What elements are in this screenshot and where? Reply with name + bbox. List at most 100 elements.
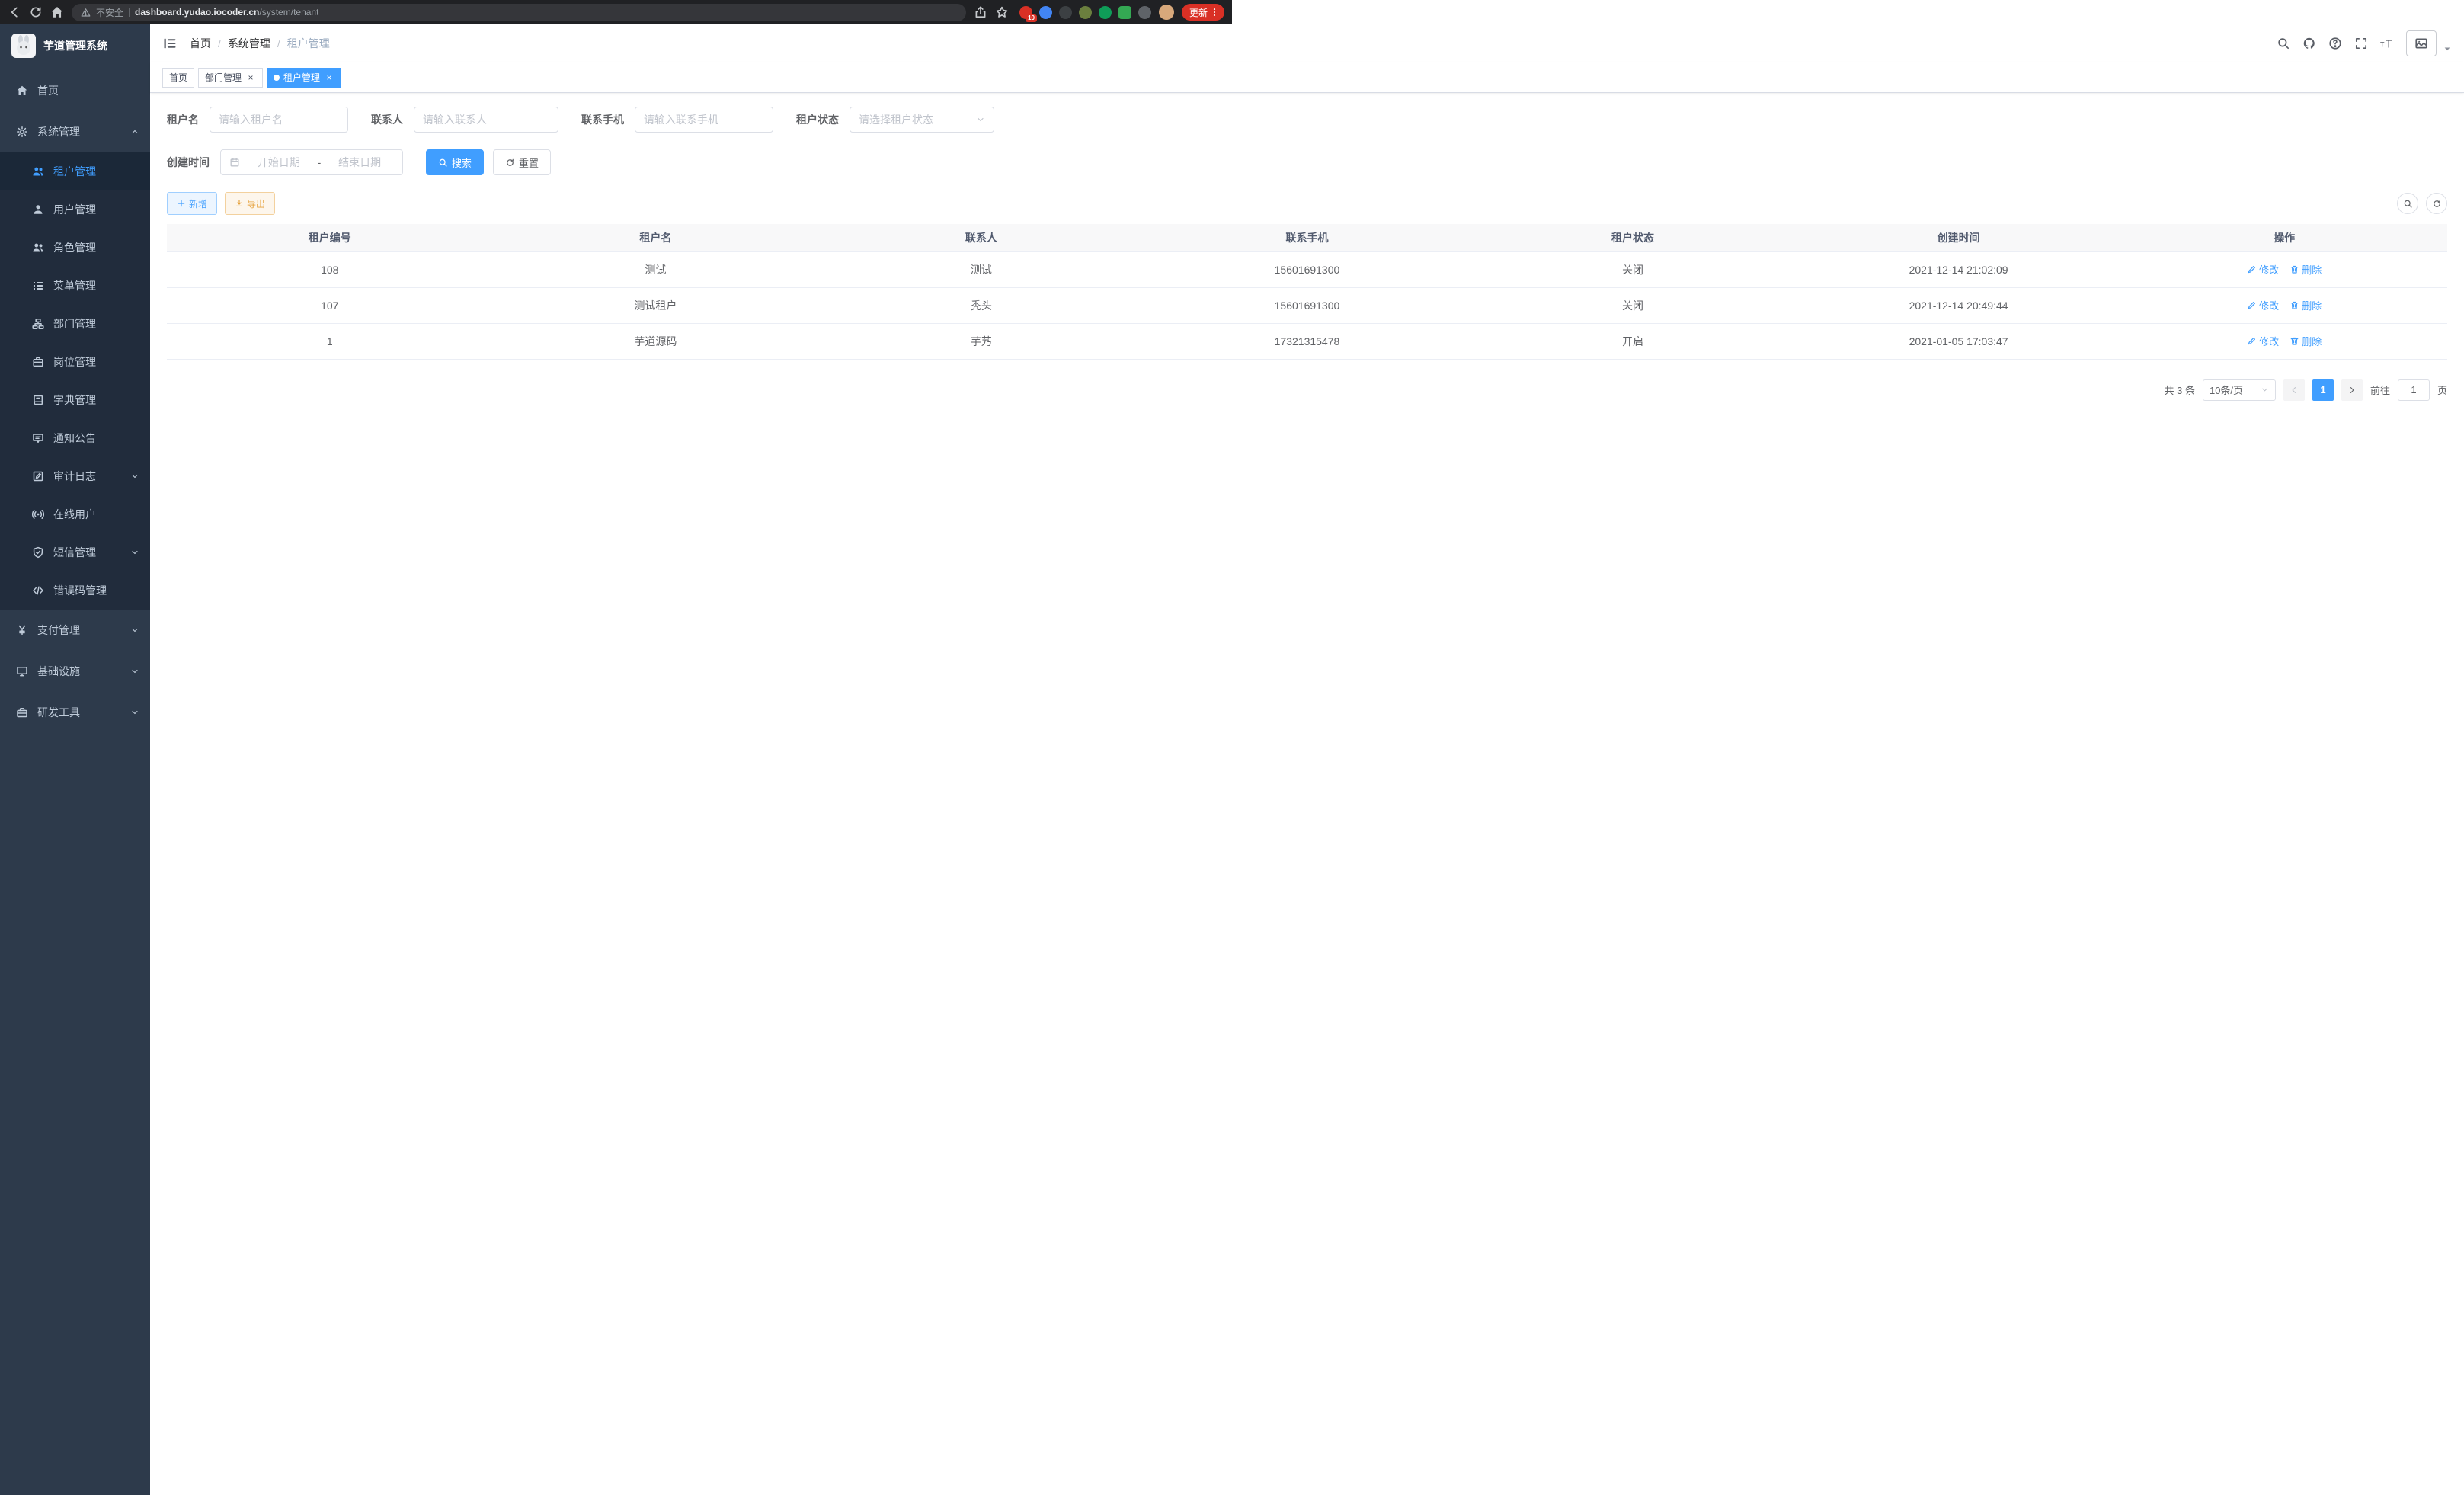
github-button[interactable] <box>2302 37 2316 50</box>
mobile-label: 联系手机 <box>581 112 624 127</box>
date-start-input[interactable] <box>245 156 313 168</box>
sidebar-item-post[interactable]: 岗位管理 <box>0 343 150 381</box>
breadcrumb-home[interactable]: 首页 <box>190 36 211 51</box>
tenant-name-input[interactable] <box>219 114 339 126</box>
extension-icon[interactable] <box>1099 6 1112 19</box>
tenant-table: 租户编号租户名联系人联系手机租户状态创建时间操作 108测试测试15601691… <box>167 224 2447 360</box>
extension-icon[interactable] <box>1138 6 1151 19</box>
docs-button[interactable] <box>2328 37 2342 50</box>
toggle-search-button[interactable] <box>2397 193 2418 214</box>
sidebar-item-label: 基础设施 <box>37 664 121 679</box>
extension-icon[interactable] <box>1118 6 1131 19</box>
chevron-right-icon <box>2347 386 2357 395</box>
extension-icon[interactable] <box>1039 6 1052 19</box>
browser-chrome: 不安全 dashboard.yudao.iocoder.cn/system/te… <box>0 0 1232 24</box>
status-label: 租户状态 <box>796 112 839 127</box>
extension-icon[interactable] <box>1079 6 1092 19</box>
sidebar-item-label: 租户管理 <box>53 164 139 179</box>
sidebar-item-devtools[interactable]: 研发工具 <box>0 692 150 733</box>
column-header: 租户编号 <box>167 224 493 251</box>
tab-home[interactable]: 首页 <box>162 68 194 88</box>
browser-menu-icon[interactable] <box>1209 7 1220 18</box>
role-icon <box>32 242 44 254</box>
sidebar-toggle-icon[interactable] <box>162 36 178 51</box>
tab-tenant[interactable]: 租户管理 × <box>267 68 341 88</box>
sidebar-item-sms[interactable]: 短信管理 <box>0 533 150 571</box>
chevron-down-icon <box>130 667 139 676</box>
cell-contact: 测试 <box>818 251 1144 287</box>
refresh-table-button[interactable] <box>2426 193 2447 214</box>
tab-dept[interactable]: 部门管理× <box>198 68 263 88</box>
sidebar-item-user[interactable]: 用户管理 <box>0 190 150 229</box>
user-avatar[interactable] <box>2406 30 2437 56</box>
sidebar-item-system[interactable]: 系统管理 <box>0 111 150 152</box>
next-page-button[interactable] <box>2341 379 2363 401</box>
delete-button[interactable]: 删除 <box>2290 298 2322 312</box>
font-size-button[interactable]: TT <box>2380 37 2394 50</box>
browser-home-button[interactable] <box>50 5 64 19</box>
edit-button[interactable]: 修改 <box>2247 298 2279 312</box>
tab-label: 租户管理 <box>283 71 320 84</box>
extension-icon[interactable] <box>1059 6 1072 19</box>
infra-icon <box>16 665 28 677</box>
extension-icon[interactable]: 10 <box>1019 6 1032 19</box>
sidebar-item-errcode[interactable]: 错误码管理 <box>0 571 150 610</box>
fullscreen-button[interactable] <box>2354 37 2368 50</box>
delete-button[interactable]: 删除 <box>2290 262 2322 277</box>
goto-page-input[interactable] <box>2398 380 2429 400</box>
address-bar[interactable]: 不安全 dashboard.yudao.iocoder.cn/system/te… <box>72 4 966 21</box>
sidebar-item-label: 系统管理 <box>37 124 121 139</box>
sidebar-item-role[interactable]: 角色管理 <box>0 229 150 267</box>
page-size-value: 10条/页 <box>2210 383 2243 397</box>
security-label[interactable]: 不安全 <box>96 6 123 19</box>
sidebar-item-infra[interactable]: 基础设施 <box>0 651 150 692</box>
sidebar-item-dict[interactable]: 字典管理 <box>0 381 150 419</box>
status-select[interactable]: 请选择租户状态 <box>850 107 994 133</box>
mobile-input[interactable] <box>644 114 764 126</box>
active-tab-dot <box>274 75 280 81</box>
breadcrumb-system[interactable]: 系统管理 <box>228 36 270 51</box>
browser-profile-avatar[interactable] <box>1159 5 1174 20</box>
sidebar-item-audit[interactable]: 审计日志 <box>0 457 150 495</box>
bookmark-button[interactable] <box>995 5 1009 19</box>
contact-input-wrap <box>414 107 558 133</box>
chevron-up-icon <box>130 127 139 136</box>
prev-page-button[interactable] <box>2283 379 2305 401</box>
browser-reload-button[interactable] <box>29 5 43 19</box>
add-button[interactable]: 新增 <box>167 192 217 215</box>
sidebar-item-online[interactable]: 在线用户 <box>0 495 150 533</box>
sidebar-item-label: 部门管理 <box>53 316 139 331</box>
total-count: 共 3 条 <box>2165 383 2195 397</box>
table-row: 1芋道源码芋艿17321315478开启2021-01-05 17:03:47修… <box>167 323 2447 359</box>
edit-button[interactable]: 修改 <box>2247 334 2279 348</box>
close-icon[interactable]: × <box>245 72 256 83</box>
export-button[interactable]: 导出 <box>225 192 275 215</box>
page-1-button[interactable]: 1 <box>2312 379 2334 401</box>
sidebar-item-pay[interactable]: 支付管理 <box>0 610 150 651</box>
sidebar-item-tenant[interactable]: 租户管理 <box>0 152 150 190</box>
search-button[interactable]: 搜索 <box>426 149 484 175</box>
delete-button[interactable]: 删除 <box>2290 334 2322 348</box>
contact-label: 联系人 <box>371 112 403 127</box>
header-search-button[interactable] <box>2277 37 2290 50</box>
column-header: 租户名 <box>493 224 819 251</box>
sidebar-item-home[interactable]: 首页 <box>0 70 150 111</box>
contact-input[interactable] <box>423 114 549 126</box>
date-range-picker[interactable]: - <box>220 149 403 175</box>
close-icon[interactable]: × <box>324 72 334 83</box>
date-end-input[interactable] <box>325 156 394 168</box>
sidebar-item-notice[interactable]: 通知公告 <box>0 419 150 457</box>
sidebar-item-dept[interactable]: 部门管理 <box>0 305 150 343</box>
update-button[interactable]: 更新 <box>1182 4 1224 21</box>
delete-label: 删除 <box>2302 298 2322 312</box>
page-size-select[interactable]: 10条/页 <box>2203 379 2276 401</box>
edit-button[interactable]: 修改 <box>2247 262 2279 277</box>
sidebar-item-label: 错误码管理 <box>53 583 139 598</box>
browser-back-button[interactable] <box>8 5 21 19</box>
avatar-caret-icon[interactable] <box>2443 44 2452 53</box>
sidebar-item-menu[interactable]: 菜单管理 <box>0 267 150 305</box>
share-button[interactable] <box>974 5 987 19</box>
chevron-down-icon <box>130 708 139 717</box>
reset-button[interactable]: 重置 <box>493 149 551 175</box>
dept-icon <box>32 318 44 330</box>
